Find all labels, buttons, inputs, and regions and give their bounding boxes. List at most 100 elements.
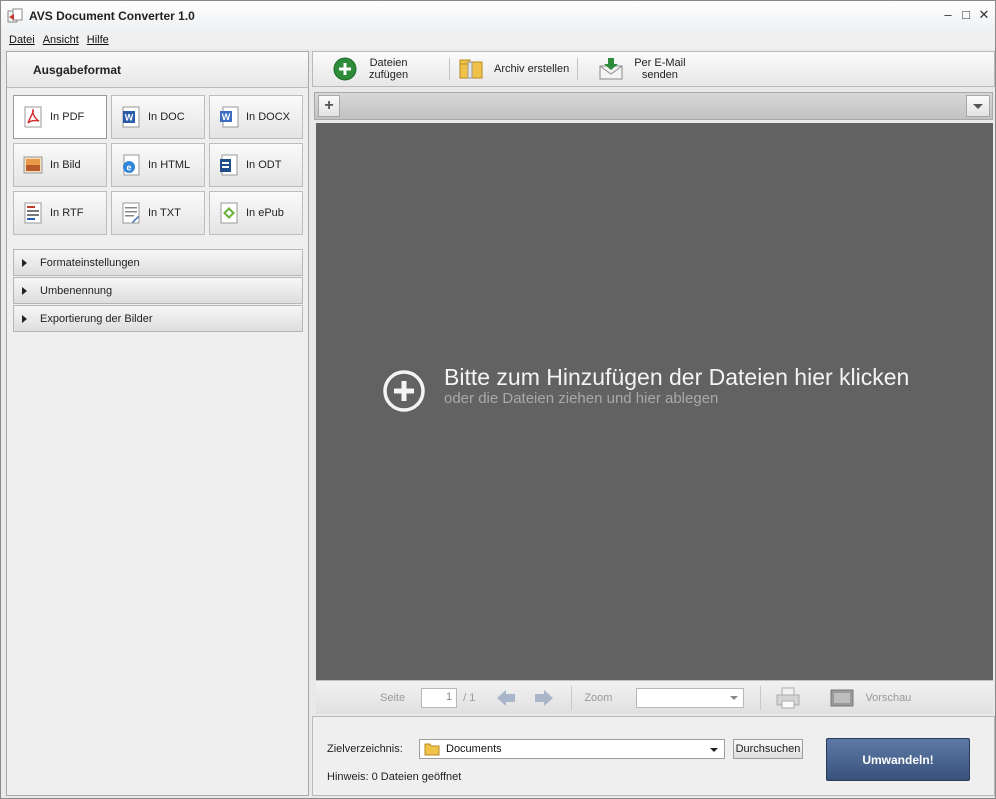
format-image-button[interactable]: In Bild [13,143,107,187]
add-files-label-1: Dateien [369,57,408,69]
pdf-icon [24,106,42,128]
minimize-icon[interactable]: – [941,7,955,21]
chevron-down-icon [973,103,983,109]
svg-text:e: e [126,163,131,173]
add-files-button[interactable]: Dateien zufügen [313,52,441,86]
format-label: In Bild [50,159,81,171]
section-label: Formateinstellungen [40,256,140,269]
epub-icon [220,202,238,224]
prev-page-icon[interactable] [495,689,517,707]
page-number-value: 1 [445,690,453,703]
page-label: Seite [380,691,406,704]
add-circle-icon [333,57,357,81]
status-hint: Hinweis: 0 Dateien geöffnet [327,771,462,783]
email-label-2: senden [641,69,678,81]
window-title: AVS Document Converter 1.0 [29,9,195,23]
add-tab-button[interactable]: + [318,95,340,117]
target-folder-label: Zielverzeichnis: [327,743,403,755]
settings-accordion: Formateinstellungen Umbenennung Exportie… [13,249,303,333]
format-html-button[interactable]: e In HTML [111,143,205,187]
app-icon [7,8,23,23]
zoom-select[interactable] [636,687,745,708]
format-rtf-button[interactable]: In RTF [13,191,107,235]
add-files-label-2: zufügen [369,69,409,81]
format-epub-button[interactable]: In ePub [209,191,303,235]
section-label: Exportierung der Bilder [40,312,153,325]
format-label: In ePub [246,207,284,219]
menu-datei[interactable]: Datei [9,34,35,46]
plus-icon: + [324,97,334,114]
archive-icon [459,59,483,79]
svg-text:W: W [222,112,231,122]
rtf-icon [24,202,42,224]
chevron-down-icon [710,748,718,752]
format-odt-button[interactable]: In ODT [209,143,303,187]
file-drop-area[interactable]: Bitte zum Hinzufügen der Dateien hier kl… [316,123,993,680]
nav-divider [571,685,573,710]
format-grid: In PDF W In DOC W In DOCX In Bild e In H… [13,95,303,235]
format-label: In TXT [148,207,181,219]
format-label: In DOCX [246,111,291,123]
format-pdf-button[interactable]: In PDF [13,95,107,139]
folder-icon [424,743,440,756]
email-label-1: Per E-Mail [634,57,686,69]
target-folder-select[interactable]: Documents [419,739,725,759]
browse-button[interactable]: Durchsuchen [733,739,803,759]
create-archive-button[interactable]: Archiv erstellen [458,52,569,86]
preview-label[interactable]: Vorschau [865,692,911,704]
next-page-icon[interactable] [533,689,555,707]
drop-primary-text: Bitte zum Hinzufügen der Dateien hier kl… [444,364,910,390]
doc-icon: W [122,106,140,128]
txt-icon [122,202,140,224]
format-label: In HTML [148,159,191,171]
format-label: In PDF [50,111,85,123]
target-folder-value: Documents [446,743,502,755]
format-docx-button[interactable]: W In DOCX [209,95,303,139]
format-label: In DOC [148,111,185,123]
drop-prompt[interactable]: Bitte zum Hinzufügen der Dateien hier kl… [382,363,909,413]
output-format-panel: Ausgabeformat In PDF W In DOC W In DOCX … [6,51,309,796]
page-number-input[interactable]: 1 [421,687,458,708]
tab-list-dropdown[interactable] [966,95,990,117]
format-label: In ODT [246,159,282,171]
output-settings-bar: Zielverzeichnis: Documents Durchsuchen H… [312,716,995,796]
section-format-settings[interactable]: Formateinstellungen [13,249,303,276]
expand-arrow-icon [22,314,27,323]
expand-arrow-icon [22,258,27,267]
email-icon [599,58,623,80]
title-bar: AVS Document Converter 1.0 – □ ✕ [1,1,995,31]
archive-label: Archiv erstellen [494,63,570,75]
menu-ansicht[interactable]: Ansicht [43,34,79,46]
section-image-export[interactable]: Exportierung der Bilder [13,305,303,332]
chevron-down-icon [730,695,739,700]
section-renaming[interactable]: Umbenennung [13,277,303,304]
convert-button[interactable]: Umwandeln! [826,738,970,781]
section-label: Umbenennung [40,284,113,297]
image-icon [23,156,43,174]
print-icon[interactable] [775,686,801,710]
menu-hilfe[interactable]: Hilfe [87,34,109,46]
toolbar-divider [577,58,579,80]
preview-navigation-bar: Seite 1 / 1 Zoom Vorschau [316,680,993,714]
main-toolbar: Dateien zufügen Archiv erstellen Per E-Ma… [312,51,995,87]
nav-divider [760,685,762,710]
format-doc-button[interactable]: W In DOC [111,95,205,139]
close-icon[interactable]: ✕ [977,7,991,21]
document-tab-strip: + [314,92,993,120]
format-label: In RTF [50,207,84,219]
expand-arrow-icon [22,286,27,295]
menu-bar: Datei Ansicht Hilfe [1,31,995,49]
app-window: AVS Document Converter 1.0 – □ ✕ Datei A… [0,0,996,799]
preview-icon[interactable] [829,688,855,708]
html-icon: e [123,154,140,176]
add-circle-icon [383,370,425,412]
format-txt-button[interactable]: In TXT [111,191,205,235]
output-format-header: Ausgabeformat [7,52,308,88]
toolbar-divider [449,58,450,80]
odt-icon [220,154,238,176]
maximize-icon[interactable]: □ [959,7,973,21]
zoom-label: Zoom [584,691,613,704]
drop-secondary-text: oder die Dateien ziehen und hier ablegen [444,390,719,407]
page-total: / 1 [463,691,476,704]
email-button[interactable]: Per E-Mail senden [586,52,686,86]
